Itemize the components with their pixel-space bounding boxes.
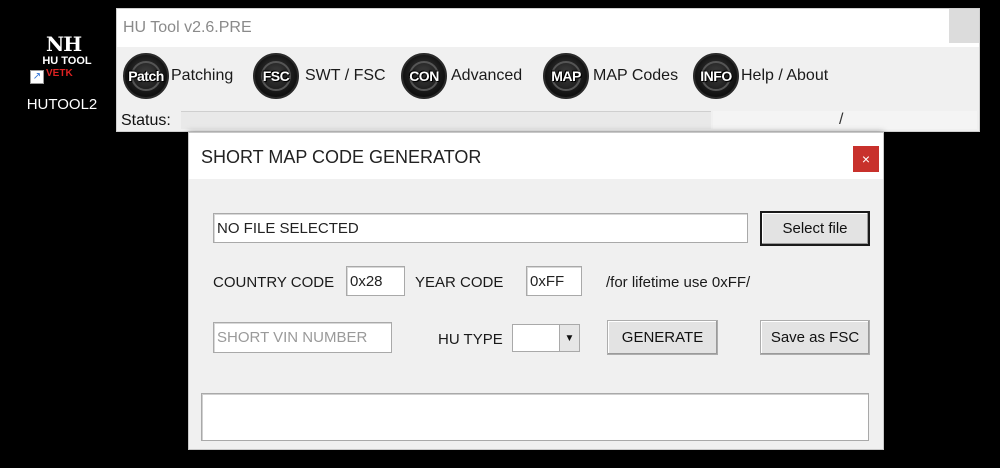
short-map-code-dialog: SHORT MAP CODE GENERATOR × NO FILE SELEC… bbox=[188, 132, 884, 450]
toolbar-patching[interactable]: Patch Patching bbox=[123, 51, 233, 101]
main-title-bar: HU Tool v2.6.PRE bbox=[117, 9, 979, 47]
status-bar: Status: / bbox=[117, 109, 979, 131]
generate-button[interactable]: GENERATE bbox=[607, 320, 718, 355]
con-icon: CON bbox=[401, 53, 447, 99]
desktop-shortcut-hutool2[interactable]: NH HU TOOL VETK ↗ HUTOOL2 bbox=[14, 30, 110, 120]
fsc-icon: FSC bbox=[253, 53, 299, 99]
logo-text: NH bbox=[46, 32, 82, 56]
country-code-input[interactable]: 0x28 bbox=[346, 266, 405, 296]
toolbar-help-about[interactable]: INFO Help / About bbox=[693, 51, 828, 101]
dialog-title: SHORT MAP CODE GENERATOR bbox=[201, 147, 482, 167]
country-code-label: COUNTRY CODE bbox=[213, 274, 335, 291]
patch-icon: Patch bbox=[123, 53, 169, 99]
year-code-label: YEAR CODE bbox=[415, 274, 504, 291]
logo-subtext: HU TOOL bbox=[42, 55, 92, 67]
info-icon: INFO bbox=[693, 53, 739, 99]
short-vin-input[interactable]: SHORT VIN NUMBER bbox=[213, 322, 392, 353]
desktop-icon-label: HUTOOL2 bbox=[26, 96, 98, 113]
year-code-hint: /for lifetime use 0xFF/ bbox=[606, 274, 751, 291]
file-path-field[interactable]: NO FILE SELECTED bbox=[213, 213, 748, 243]
status-label: Status: bbox=[121, 112, 171, 129]
hu-type-select[interactable]: ▼ bbox=[512, 324, 580, 352]
status-extra: / bbox=[839, 111, 844, 128]
window-control-button[interactable] bbox=[949, 9, 979, 43]
toolbar-label: Patching bbox=[171, 67, 234, 84]
hutool-logo-icon: NH HU TOOL VETK bbox=[40, 32, 91, 88]
close-icon: × bbox=[861, 151, 871, 167]
toolbar-label: Help / About bbox=[741, 67, 829, 84]
status-field bbox=[181, 111, 711, 129]
map-icon: MAP bbox=[543, 53, 589, 99]
status-field-secondary bbox=[713, 111, 977, 129]
toolbar: Patch Patching FSC SWT / FSC CON Advance… bbox=[121, 51, 961, 101]
window-title: HU Tool v2.6.PRE bbox=[123, 19, 252, 36]
toolbar-map-codes[interactable]: MAP MAP Codes bbox=[543, 51, 678, 101]
select-file-button[interactable]: Select file bbox=[760, 211, 870, 246]
main-window: HU Tool v2.6.PRE Patch Patching FSC SWT … bbox=[116, 8, 980, 132]
save-as-fsc-button[interactable]: Save as FSC bbox=[760, 320, 870, 355]
close-button[interactable]: × bbox=[853, 146, 879, 172]
year-code-input[interactable]: 0xFF bbox=[526, 266, 582, 296]
logo-red-text: VETK bbox=[46, 68, 73, 79]
toolbar-swt-fsc[interactable]: FSC SWT / FSC bbox=[253, 51, 386, 101]
chevron-down-icon: ▼ bbox=[559, 325, 579, 351]
shortcut-arrow-icon: ↗ bbox=[30, 70, 44, 84]
toolbar-label: Advanced bbox=[451, 67, 523, 84]
toolbar-label: SWT / FSC bbox=[305, 67, 386, 84]
toolbar-label: MAP Codes bbox=[593, 67, 679, 84]
hu-type-label: HU TYPE bbox=[438, 331, 503, 348]
toolbar-advanced[interactable]: CON Advanced bbox=[401, 51, 522, 101]
dialog-title-bar: SHORT MAP CODE GENERATOR × bbox=[189, 133, 883, 179]
output-field[interactable] bbox=[201, 393, 869, 441]
